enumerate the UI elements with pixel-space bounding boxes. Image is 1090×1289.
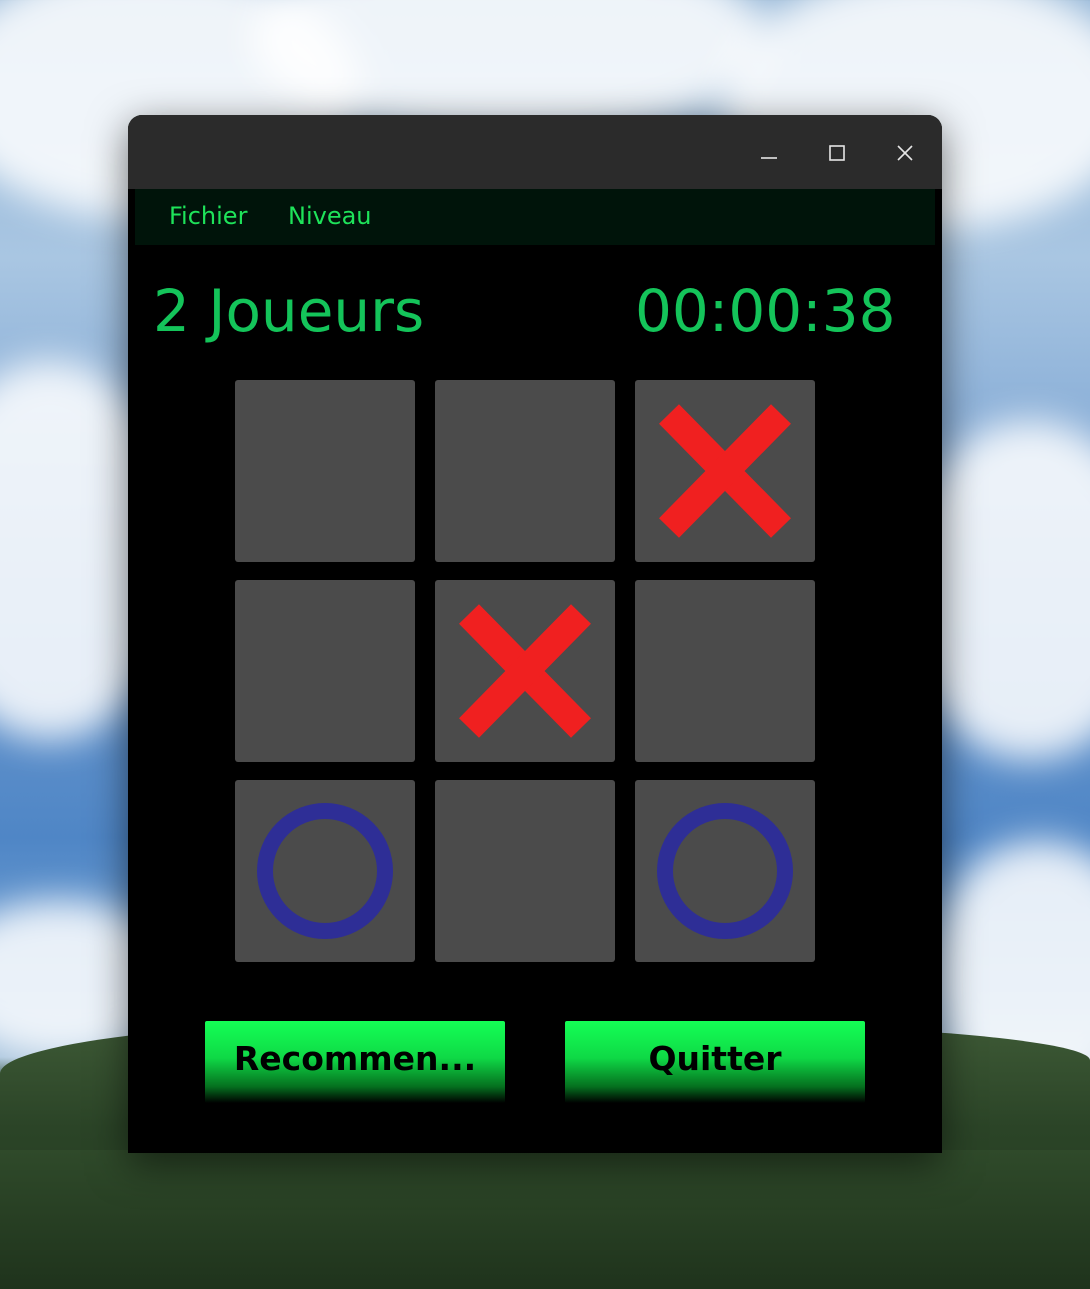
x-mark-icon <box>659 404 791 538</box>
quit-button[interactable]: Quitter <box>565 1021 865 1103</box>
minimize-button[interactable] <box>746 135 792 171</box>
board-cell[interactable] <box>635 780 815 962</box>
maximize-button[interactable] <box>814 135 860 171</box>
o-mark-icon <box>257 803 393 939</box>
board-cell[interactable] <box>435 580 615 762</box>
board-cell[interactable] <box>435 780 615 962</box>
board-cell[interactable] <box>635 380 815 562</box>
title-bar[interactable] <box>128 115 942 189</box>
board-cell[interactable] <box>235 780 415 962</box>
app-window: Fichier Niveau 2 Joueurs 00:00:38 Recomm… <box>128 115 942 1153</box>
board-cell[interactable] <box>235 580 415 762</box>
close-button[interactable] <box>882 135 928 171</box>
board-cell[interactable] <box>435 380 615 562</box>
restart-button[interactable]: Recommen... <box>205 1021 505 1103</box>
o-mark-icon <box>657 803 793 939</box>
game-timer: 00:00:38 <box>635 277 896 345</box>
board-cell[interactable] <box>235 380 415 562</box>
minimize-icon <box>761 157 777 159</box>
close-icon <box>897 145 913 161</box>
menu-bar: Fichier Niveau <box>135 189 935 245</box>
x-mark-icon <box>459 604 591 738</box>
menu-niveau[interactable]: Niveau <box>288 202 372 230</box>
maximize-icon <box>829 145 845 161</box>
menu-fichier[interactable]: Fichier <box>169 202 247 230</box>
game-mode-label: 2 Joueurs <box>153 277 425 345</box>
board-cell[interactable] <box>635 580 815 762</box>
